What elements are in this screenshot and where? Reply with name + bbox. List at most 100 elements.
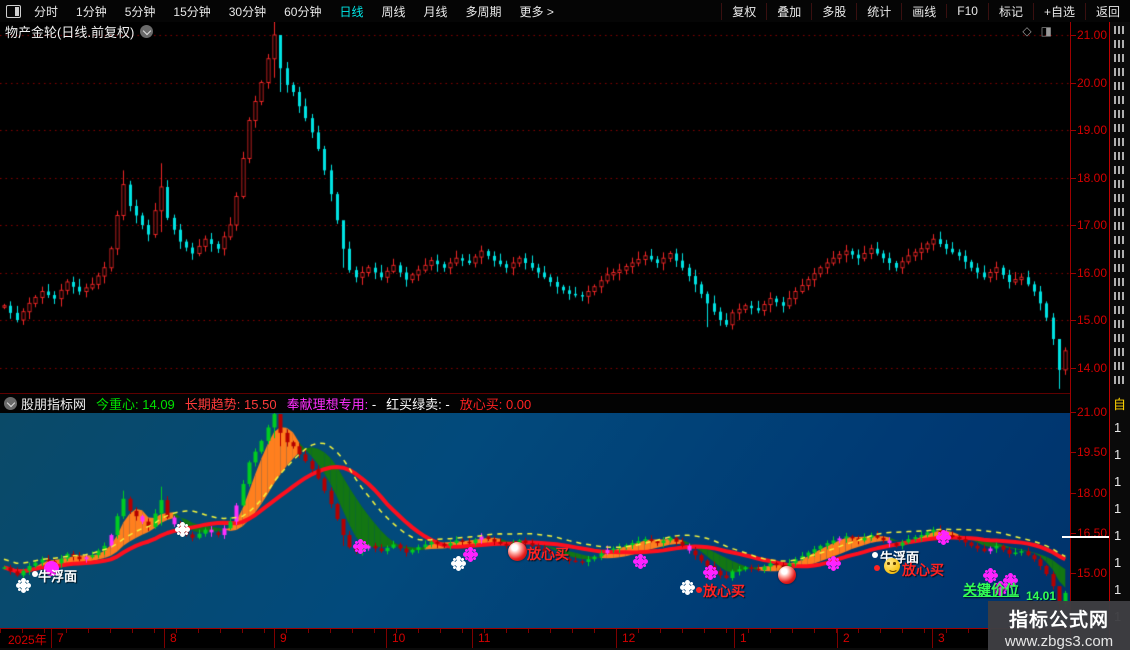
axis-tick [1071,225,1076,226]
price-axis: 21.00 20.00 19.00 18.00 17.00 16.00 15.00 14.00… [1070,22,1110,647]
axis-tick [1071,82,1076,84]
month-separator [164,629,165,648]
minor-tick [792,629,793,633]
axis-tick [1071,320,1076,321]
side-tab-label: 自 [1113,397,1127,412]
axis-tick [1071,452,1076,454]
axis-price-label: 16.00 [1077,265,1108,280]
time-label-3: 9 [280,631,287,645]
minor-tick [880,629,881,633]
axis-price-label: 19.50 [1077,445,1108,460]
chart-title-row: 物产金轮(日线.前复权) ◇ ◨ [0,22,1130,40]
minor-tick [198,629,199,633]
period-tab-3[interactable]: 15分钟 [164,3,219,20]
axis-tick [1071,533,1076,535]
dot-marker [874,565,880,571]
minor-tick [748,629,749,633]
flower-marker [20,582,27,589]
time-label-2: 8 [170,631,177,645]
period-tabs: 分时 1分钟 5分钟 15分钟 30分钟 60分钟 日线 周线 月线 多周期 更多 > [25,3,563,20]
main-candlestick-canvas[interactable] [0,22,1070,393]
minor-tick [308,629,309,633]
side-panel-edge[interactable]: 自 11111111 [1109,22,1130,650]
period-tab-6[interactable]: 日线 [330,3,372,20]
strip-price-digit: 1 [1114,555,1122,570]
toolbar-action-5[interactable]: F10 [946,4,988,18]
month-separator [274,629,275,648]
period-tab-10[interactable]: 更多 > [511,3,563,20]
toolbar-action-1[interactable]: 叠加 [766,2,811,20]
indicator-field-3: 红买绿卖: - [386,397,450,412]
month-separator [932,629,933,648]
title-corner-icons: ◇ ◨ [1022,24,1052,38]
flower-marker [940,534,947,541]
panel-toggle-icon[interactable]: ◨ [1041,24,1052,38]
toolbar-action-8[interactable]: 返回 [1084,2,1130,20]
time-label-4: 10 [392,631,406,645]
time-label-0: 2025年 [8,633,47,647]
minor-tick [506,629,507,633]
toolbar-action-0[interactable]: 复权 [721,2,766,20]
minor-tick [660,629,661,633]
toolbar-action-3[interactable]: 统计 [856,2,901,20]
axis-price-label: 20.00 [1077,75,1108,90]
watermark-url: www.zbgs3.com [1004,633,1114,650]
flower-marker [830,560,837,567]
indicator-collapse-icon[interactable] [4,397,17,410]
diamond-icon[interactable]: ◇ [1022,24,1031,38]
ball-icon [508,542,527,561]
minor-tick [264,629,265,633]
period-tab-4[interactable]: 30分钟 [220,3,275,20]
minor-tick [682,629,683,633]
strip-price-digit: 1 [1114,447,1122,462]
time-label-5: 11 [478,631,491,645]
time-label-7: 1 [740,631,747,645]
clipped-vertical-text [1114,26,1124,386]
toolbar-action-6[interactable]: 标记 [987,2,1033,20]
minor-tick [968,629,969,633]
minor-tick [374,629,375,633]
period-tab-8[interactable]: 月线 [415,3,457,20]
strip-price-digit: 1 [1114,420,1122,435]
minor-tick [528,629,529,633]
watermark-title: 指标公式网 [1008,610,1109,631]
minor-tick [550,629,551,633]
axis-price-label: 18.00 [1077,485,1108,500]
value-line-marker [1062,536,1112,538]
time-axis: 2025年 7 8 9 10 11 12 1 2 3 [0,628,1070,649]
period-tab-7[interactable]: 周线 [372,3,414,20]
indicator-canvas[interactable] [0,412,1070,628]
flower-marker [179,526,186,533]
smiley-icon [884,558,900,574]
stock-title: 物产金轮(日线.前复权) [5,24,135,40]
minor-tick [814,629,815,633]
period-tab-1[interactable]: 1分钟 [67,3,116,20]
period-tab-5[interactable]: 60分钟 [275,3,330,20]
period-toolbar: 分时 1分钟 5分钟 15分钟 30分钟 60分钟 日线 周线 月线 多周期 更多 > 复权 叠加 多股… [0,0,1130,23]
axis-price-label: 15.00 [1077,313,1108,327]
period-tab-0[interactable]: 分时 [25,3,67,20]
minor-tick [946,629,947,633]
indicator-values: 今重心: 14.09 长期趋势: 15.50 奉献理想专用: - 红买绿卖: - 放心买… [86,394,531,413]
signal-markers-layer: 牛浮面 放心买 放心买 牛浮面 放心买 关键价位 14.01 [0,0,1112,603]
strip-price-digit: 1 [1114,528,1122,543]
axis-price-label: 15.00 [1077,566,1108,581]
period-tab-2[interactable]: 5分钟 [116,3,165,20]
time-label-9: 3 [938,631,945,645]
period-tab-9[interactable]: 多周期 [457,3,511,20]
toolbar-action-2[interactable]: 多股 [811,2,856,20]
axis-price-label: 18.00 [1077,170,1108,185]
minor-tick [594,629,595,633]
minor-tick [462,629,463,633]
dot-marker [696,587,702,593]
axis-tick [1071,492,1076,494]
flower-marker [987,572,994,579]
time-label-8: 2 [843,631,850,645]
axis-tick [1071,573,1076,575]
toolbar-action-7[interactable]: +自选 [1032,2,1085,20]
chevron-down-icon[interactable] [140,24,154,38]
minor-tick [66,629,67,633]
toolbar-action-4[interactable]: 画线 [901,2,946,20]
month-separator [616,629,617,648]
signal-text: 放心买 [703,583,745,599]
